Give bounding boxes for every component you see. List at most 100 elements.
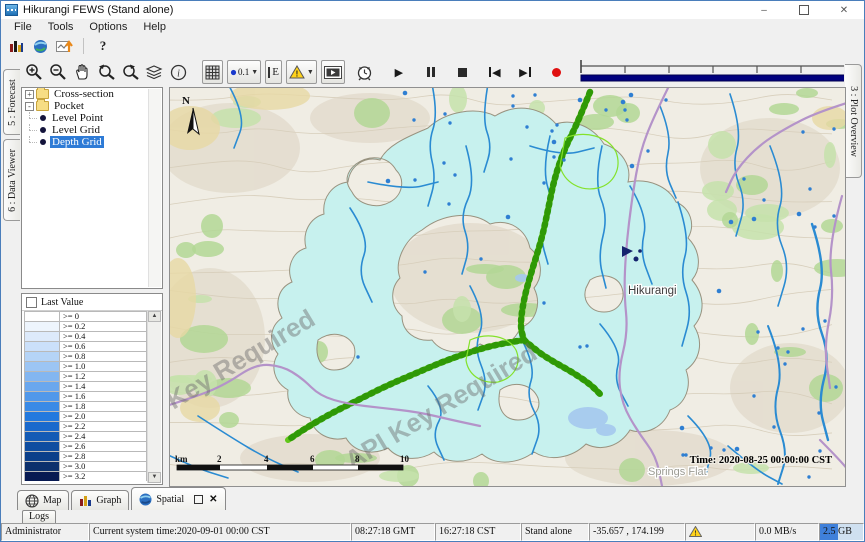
tab-spatial[interactable]: Spatial ✕ [131, 487, 225, 510]
legend-class-label: >= 2.4 [60, 431, 147, 441]
legend-row: >= 0.8 [24, 351, 147, 361]
tab-close-icon[interactable]: ✕ [209, 494, 217, 505]
app-window: Hikurangi FEWS (Stand alone) – ✕ FileToo… [0, 0, 865, 542]
help-button[interactable]: ? [94, 38, 112, 54]
status-memory-value: 2.5 GB [823, 526, 852, 537]
menu-tools[interactable]: Tools [40, 21, 82, 33]
pan-button[interactable] [71, 61, 93, 83]
status-network-rate-value: 0.0 MB/s [759, 526, 796, 537]
zoom-out-button[interactable] [47, 61, 69, 83]
map-canvas[interactable]: API Key RequiredAPI Key RequiredHikurang… [169, 87, 846, 487]
tab-label: Spatial [156, 494, 184, 505]
minimize-button[interactable]: – [744, 1, 784, 19]
stop-button[interactable] [452, 61, 474, 83]
status-local-time-value: 16:27:18 CST [439, 526, 495, 537]
close-button[interactable]: ✕ [824, 1, 864, 19]
map-display-icon[interactable] [31, 38, 49, 54]
bullet-icon [40, 139, 46, 145]
zoom-in-button[interactable] [23, 61, 45, 83]
tab-map[interactable]: Map [17, 490, 69, 510]
thresholds-dropdown[interactable]: ! ▼ [286, 60, 317, 84]
map-image[interactable]: API Key RequiredAPI Key RequiredHikurang… [170, 88, 846, 487]
svg-text:2: 2 [217, 454, 222, 464]
show-labels-button[interactable]: E [265, 60, 282, 84]
menu-options[interactable]: Options [81, 21, 135, 33]
dock-tab-plot-overview[interactable]: 3 : Plot Overview [845, 64, 862, 178]
tree-expander-icon[interactable]: + [25, 90, 34, 99]
scroll-up-icon[interactable]: ▲ [148, 311, 161, 322]
status-user: Administrator [1, 523, 89, 541]
grid-interval-dropdown[interactable]: 0.1 ▼ [227, 60, 261, 84]
svg-text:4: 4 [264, 454, 269, 464]
layers-icon [145, 64, 163, 80]
dock-tab-data-viewer[interactable]: 6 : Data Viewer [3, 139, 20, 221]
zoom-next-button[interactable] [119, 61, 141, 83]
tree-item-level-grid[interactable]: Level Grid [50, 124, 102, 136]
left-dock-strip: 5 : Forecast 6 : Data Viewer [1, 57, 21, 485]
legend-swatch [24, 391, 60, 401]
legend-row: >= 3.2 [24, 471, 147, 481]
labels-e-icon: E [268, 67, 279, 78]
step-first-button[interactable]: ◀ [484, 61, 506, 83]
show-grid-button[interactable] [202, 60, 223, 84]
legend-class-label: >= 3.0 [60, 461, 147, 471]
play-button[interactable]: ▶ [388, 61, 410, 83]
legend-scrollbar[interactable]: ▲ ▼ [147, 311, 161, 483]
tree-scrollbar[interactable] [148, 89, 161, 287]
legend-class-label: >= 2.8 [60, 451, 147, 461]
legend-row: >= 2.4 [24, 431, 147, 441]
legend-swatch [24, 381, 60, 391]
tree-item-level-point[interactable]: Level Point [50, 112, 105, 124]
pause-button[interactable] [420, 61, 442, 83]
time-slider[interactable] [578, 57, 865, 88]
locality-label: Springs Flat [648, 466, 707, 478]
skip-end-icon: ▶ [519, 66, 530, 79]
legend-swatch [24, 461, 60, 471]
legend-swatch [24, 321, 60, 331]
record-button[interactable] [546, 61, 568, 83]
right-dock-strip: 3 : Plot Overview [844, 57, 864, 485]
step-last-button[interactable]: ▶ [514, 61, 536, 83]
dock-tab-forecast[interactable]: 5 : Forecast [3, 69, 20, 135]
status-network-rate: 0.0 MB/s [755, 523, 819, 541]
scroll-down-icon[interactable]: ▼ [148, 472, 161, 483]
legend-class-label: >= 1.8 [60, 401, 147, 411]
zoom-previous-button[interactable] [95, 61, 117, 83]
svg-text:8: 8 [355, 454, 360, 464]
legend-row: >= 1.2 [24, 371, 147, 381]
timer-button[interactable] [354, 61, 376, 83]
svg-text:6: 6 [310, 454, 315, 464]
legend-swatch [24, 411, 60, 421]
status-system-time: Current system time:2020-09-01 00:00 CST [89, 523, 351, 541]
time-slider-track [578, 57, 865, 83]
legend-row: >= 0 [24, 311, 147, 321]
tab-graph[interactable]: Graph [71, 490, 129, 510]
tree-item-depth-grid[interactable]: Depth Grid [50, 136, 104, 148]
animation-button[interactable] [321, 60, 345, 84]
database-statistics-icon[interactable] [7, 38, 25, 54]
last-value-checkbox[interactable] [26, 297, 37, 308]
layers-button[interactable] [143, 61, 165, 83]
warning-icon: ! [689, 526, 702, 537]
tree-item-pocket[interactable]: Pocket [52, 100, 86, 112]
interval-dot-icon [230, 69, 237, 76]
menu-file[interactable]: File [6, 21, 40, 33]
dock-tab-label: 6 : Data Viewer [7, 149, 18, 212]
window-title: Hikurangi FEWS (Stand alone) [23, 4, 173, 16]
bullet-icon [40, 127, 46, 133]
chevron-down-icon: ▼ [251, 69, 258, 76]
info-button[interactable]: i [167, 61, 189, 83]
svg-text:N: N [182, 95, 190, 107]
tree-item-cross-section[interactable]: Cross-section [52, 88, 116, 100]
legend-class-label: >= 2.0 [60, 411, 147, 421]
menu-help[interactable]: Help [135, 21, 174, 33]
tab-restore-icon[interactable] [194, 495, 203, 504]
legend-row: >= 0.6 [24, 341, 147, 351]
status-gmt-time-value: 08:27:18 GMT [355, 526, 415, 537]
time-series-display-icon[interactable] [55, 38, 73, 54]
maximize-button[interactable] [784, 1, 824, 19]
status-bar: AdministratorCurrent system time:2020-09… [1, 523, 864, 541]
tree-expander-icon[interactable]: - [25, 102, 34, 111]
info-icon: i [170, 64, 187, 81]
svg-text:i: i [177, 68, 180, 79]
